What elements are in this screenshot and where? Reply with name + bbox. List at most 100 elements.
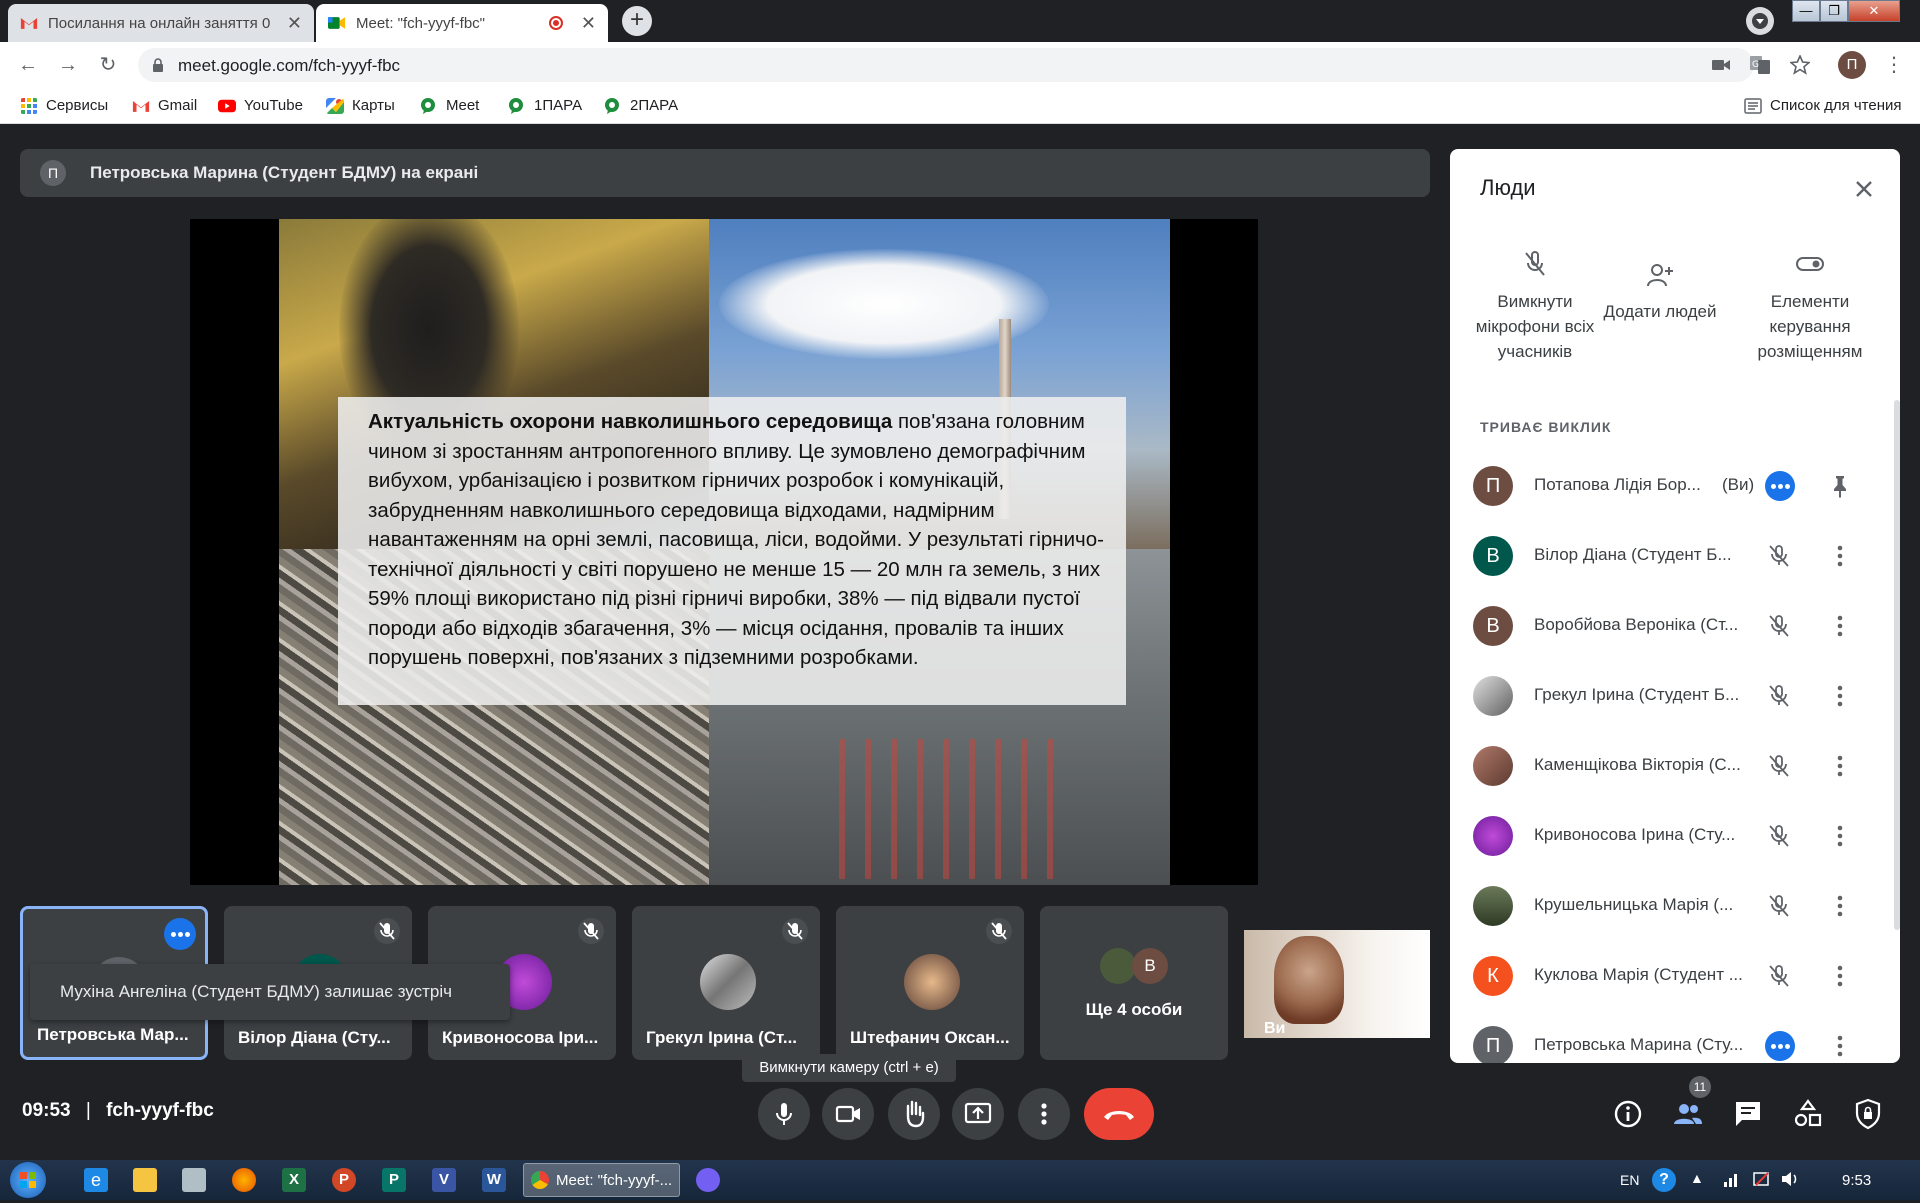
host-controls-icon[interactable] (1850, 1096, 1886, 1132)
media-player-icon[interactable] (182, 1168, 206, 1192)
mic-off-icon[interactable] (1766, 613, 1792, 639)
participant-row[interactable]: Грекул Ірина (Студент Б... (1450, 661, 1900, 731)
action-center-icon[interactable] (1752, 1170, 1772, 1188)
visio-icon[interactable]: V (432, 1168, 456, 1192)
bookmark-2para[interactable]: 2ПАРА (604, 97, 678, 114)
forward-icon[interactable]: → (54, 51, 82, 79)
host-controls-button[interactable]: Елементи керування розміщенням (1735, 249, 1885, 364)
mic-off-icon[interactable] (1766, 683, 1792, 709)
bookmark-youtube[interactable]: YouTube (218, 97, 303, 114)
participant-row[interactable]: Каменщікова Вікторія (С... (1450, 731, 1900, 801)
omnibox[interactable]: meet.google.com/fch-yyyf-fbc G (138, 48, 1810, 82)
bookmark-1para[interactable]: 1ПАРА (508, 97, 582, 114)
bookmark-gmail[interactable]: Gmail (132, 97, 197, 114)
tab-meet[interactable]: Meet: "fch-yyyf-fbc" ✕ (316, 4, 608, 42)
avatar[interactable]: П (1838, 51, 1866, 79)
profile-menu-icon[interactable] (1746, 7, 1774, 35)
participant-row[interactable]: К Куклова Марія (Студент ... (1450, 941, 1900, 1011)
bookmark-star-icon[interactable] (1790, 55, 1810, 75)
participant-name: Петровська Марина (Сту... (1534, 1035, 1744, 1054)
bookmark-label: 1ПАРА (534, 97, 583, 114)
people-scrollbar[interactable] (1894, 400, 1900, 930)
language-indicator[interactable]: EN (1620, 1172, 1639, 1188)
more-options-button[interactable] (1018, 1088, 1070, 1140)
bookmark-services[interactable]: Сервисы (20, 97, 108, 114)
tray-expand-icon[interactable]: ▲ (1690, 1170, 1704, 1186)
reload-icon[interactable]: ↻ (94, 51, 122, 79)
more-vert-icon[interactable] (1827, 893, 1853, 919)
participant-row[interactable]: П Петровська Марина (Сту... (1450, 1011, 1900, 1063)
more-vert-icon[interactable] (1827, 683, 1853, 709)
mic-off-icon[interactable] (1766, 753, 1792, 779)
microphone-button[interactable] (758, 1088, 810, 1140)
close-window-button[interactable]: ✕ (1848, 0, 1900, 22)
more-options-icon[interactable] (1765, 471, 1795, 501)
browser-menu-icon[interactable]: ⋮ (1880, 51, 1908, 79)
participant-row[interactable]: В Воробйова Вероніка (Ст... (1450, 591, 1900, 661)
mic-off-icon[interactable] (1766, 893, 1792, 919)
camera-icon (835, 1105, 860, 1123)
word-icon[interactable]: W (482, 1168, 506, 1192)
present-now-button[interactable] (952, 1088, 1004, 1140)
close-tab-icon[interactable]: ✕ (287, 13, 302, 34)
powerpoint-icon[interactable]: P (332, 1168, 356, 1192)
people-icon[interactable] (1670, 1096, 1706, 1132)
minimize-window-button[interactable]: — (1792, 0, 1820, 22)
tab-gmail[interactable]: Посилання на онлайн заняття 0 ✕ (8, 4, 314, 42)
firefox-icon[interactable] (232, 1168, 256, 1192)
camera-button[interactable] (822, 1088, 874, 1140)
close-tab-icon[interactable]: ✕ (581, 13, 596, 34)
camera-indicator-icon[interactable] (1712, 58, 1730, 72)
help-icon[interactable]: ? (1652, 1168, 1676, 1192)
participant-row[interactable]: В Вілор Діана (Студент Б... (1450, 521, 1900, 591)
slide-heading: Актуальність охорони навколишнього серед… (368, 410, 893, 433)
taskbar-chrome-window[interactable]: Meet: "fch-yyyf-... (523, 1163, 680, 1197)
meeting-details-icon[interactable] (1610, 1096, 1646, 1132)
participant-tile[interactable]: Штефанич Оксан... (836, 906, 1024, 1060)
meet-icon (328, 17, 346, 29)
viber-icon[interactable] (696, 1168, 720, 1192)
internet-explorer-icon[interactable]: e (84, 1168, 108, 1192)
more-vert-icon[interactable] (1827, 963, 1853, 989)
back-icon[interactable]: ← (14, 51, 42, 79)
more-participants-tile[interactable]: В Ще 4 особи (1040, 906, 1228, 1060)
add-people-button[interactable]: Додати людей (1600, 261, 1720, 324)
excel-icon[interactable]: X (282, 1168, 306, 1192)
more-options-icon[interactable] (1765, 1031, 1795, 1061)
self-person (1274, 936, 1344, 1024)
avatar: В (1132, 948, 1168, 984)
start-button[interactable] (10, 1162, 46, 1198)
new-tab-button[interactable]: + (622, 6, 652, 36)
mic-off-icon[interactable] (1766, 543, 1792, 569)
participant-tile[interactable]: Грекул Ірина (Ст... (632, 906, 820, 1060)
close-icon[interactable] (1850, 175, 1878, 203)
mic-off-icon[interactable] (1766, 963, 1792, 989)
more-vert-icon[interactable] (1827, 1033, 1853, 1059)
participant-row[interactable]: П Потапова Лідія Бор... (Ви) (1450, 451, 1900, 521)
raise-hand-button[interactable] (888, 1088, 940, 1140)
chat-icon[interactable] (1730, 1096, 1766, 1132)
more-vert-icon[interactable] (1827, 543, 1853, 569)
participant-row[interactable]: Крушельницька Марія (... (1450, 871, 1900, 941)
participant-row[interactable]: Кривоносова Ірина (Сту... (1450, 801, 1900, 871)
taskbar-clock[interactable]: 9:53 (1842, 1172, 1871, 1189)
reading-list-button[interactable]: Список для чтения (1744, 97, 1902, 114)
publisher-icon[interactable]: P (382, 1168, 406, 1192)
more-vert-icon[interactable] (1827, 753, 1853, 779)
mic-off-icon[interactable] (1766, 823, 1792, 849)
self-view-tile[interactable]: Ви (1244, 906, 1430, 1060)
leave-call-button[interactable] (1084, 1088, 1154, 1140)
activities-icon[interactable] (1790, 1096, 1826, 1132)
pin-icon[interactable] (1827, 473, 1853, 499)
more-vert-icon[interactable] (1827, 613, 1853, 639)
more-vert-icon[interactable] (1827, 823, 1853, 849)
mute-all-button[interactable]: Вимкнути мікрофони всіх учасників (1460, 249, 1610, 364)
maximize-window-button[interactable]: ❐ (1820, 0, 1848, 22)
file-explorer-icon[interactable] (133, 1168, 157, 1192)
volume-icon[interactable] (1780, 1170, 1800, 1188)
more-options-icon[interactable] (164, 918, 196, 950)
network-icon[interactable] (1722, 1170, 1742, 1188)
bookmark-maps[interactable]: Карты (326, 97, 395, 114)
translate-icon[interactable]: G (1750, 56, 1770, 74)
bookmark-meet[interactable]: Meet (420, 97, 479, 114)
